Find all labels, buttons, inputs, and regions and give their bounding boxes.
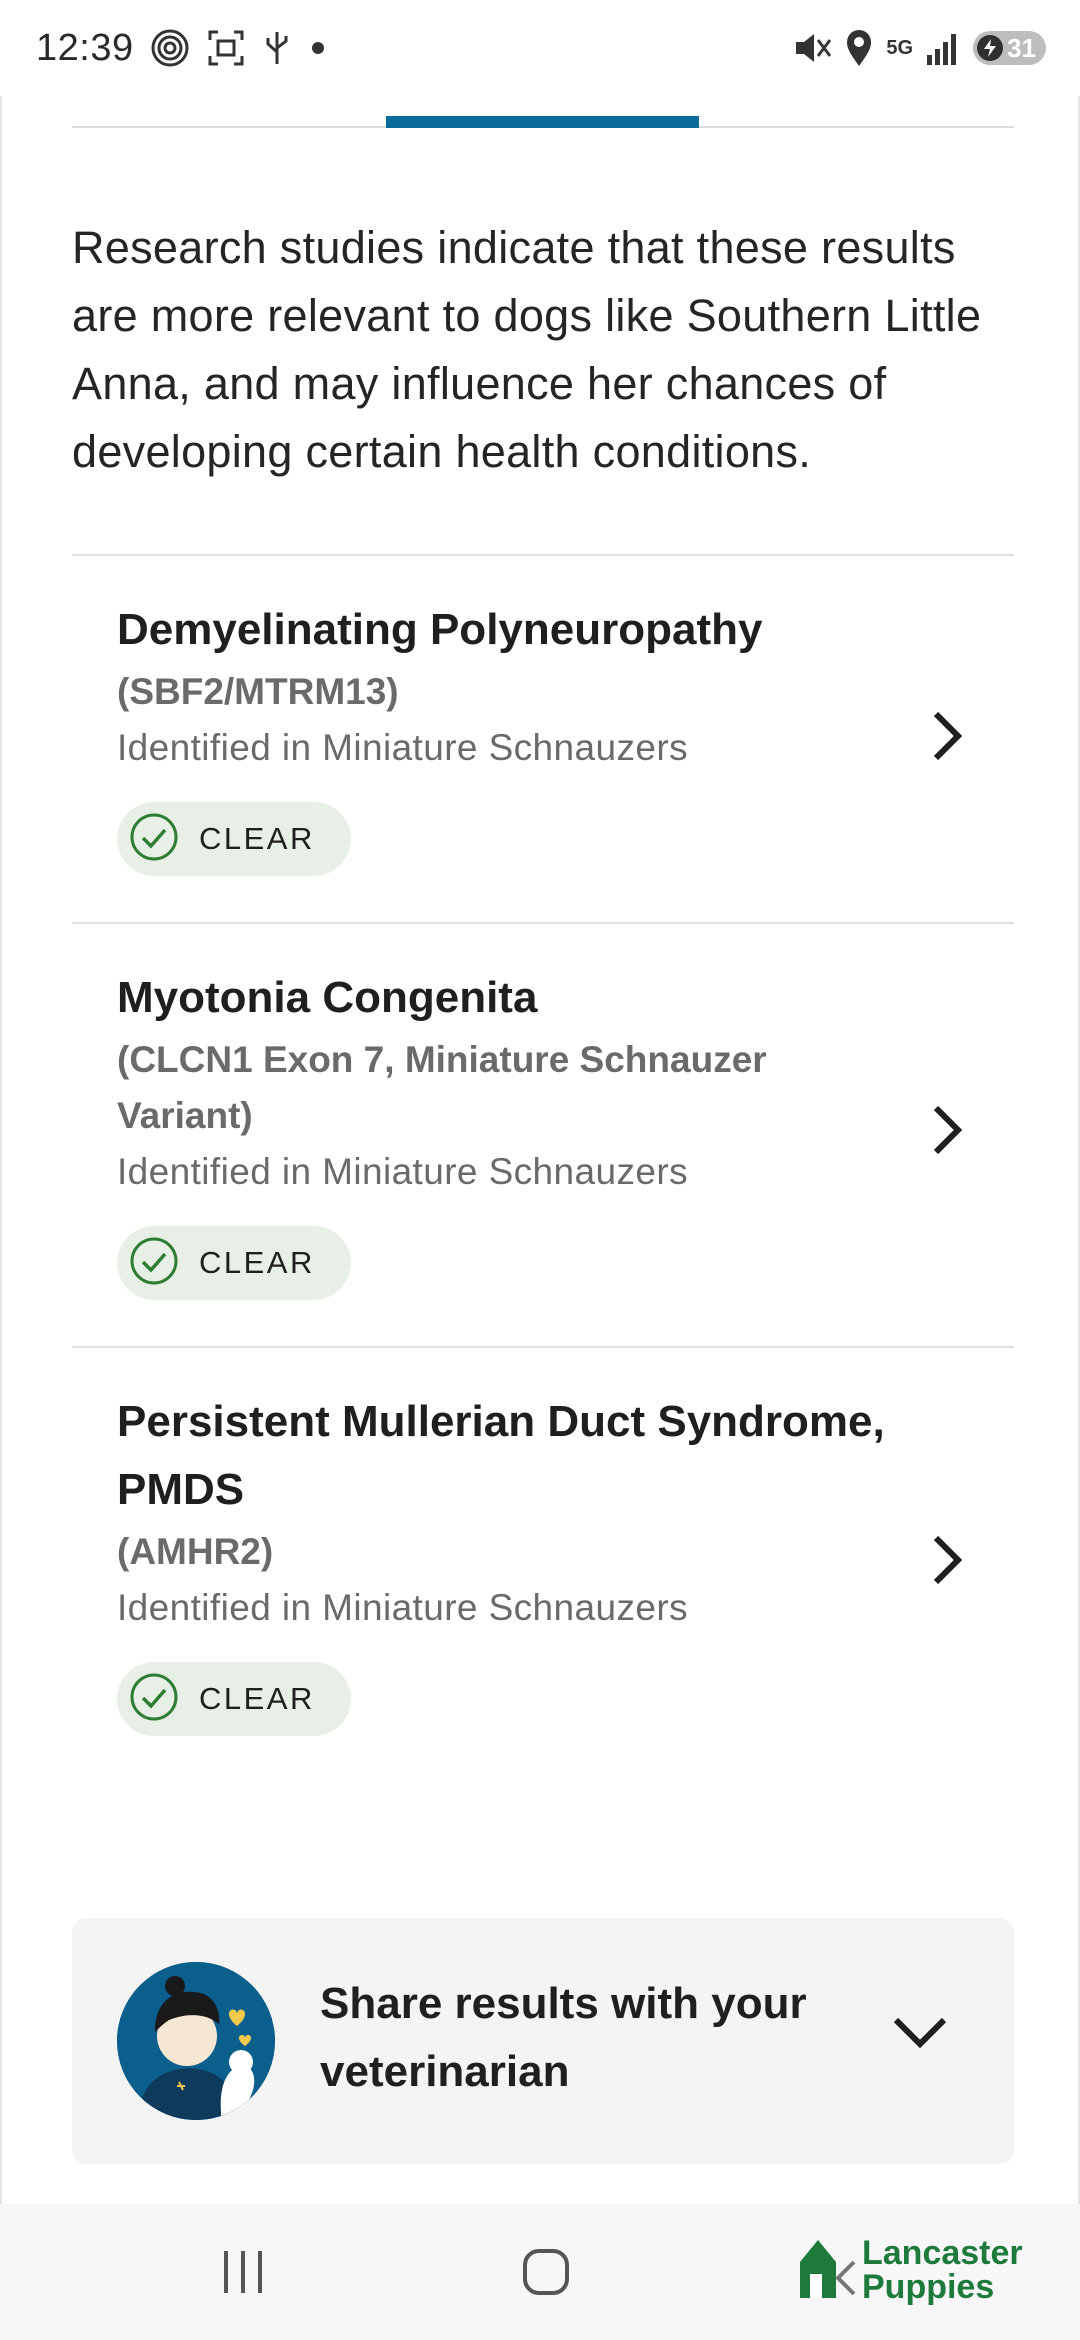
status-right: 5G 31 xyxy=(792,28,1046,68)
divider xyxy=(72,554,1014,556)
status-badge: CLEAR xyxy=(117,1662,351,1736)
charging-icon xyxy=(977,35,1004,61)
chevron-right-icon[interactable] xyxy=(928,1534,964,1591)
status-badge: CLEAR xyxy=(117,1226,351,1300)
system-nav-bar: Lancaster Puppies xyxy=(0,2204,1080,2340)
condition-title: Persistent Mullerian Duct Syndrome, PMDS xyxy=(117,1397,885,1514)
dog-house-icon xyxy=(796,2232,856,2307)
status-label: CLEAR xyxy=(199,1681,315,1716)
battery-icon: 31 xyxy=(973,31,1046,65)
status-label: CLEAR xyxy=(199,1245,315,1280)
location-icon xyxy=(844,28,874,68)
veterinarian-illustration xyxy=(117,1962,275,2120)
status-time: 12:39 xyxy=(36,26,134,69)
condition-title: Demyelinating Polyneuropathy xyxy=(117,605,763,654)
usb-icon xyxy=(262,28,292,68)
dot-icon xyxy=(308,38,328,58)
status-badge: CLEAR xyxy=(117,802,351,876)
condition-title: Myotonia Congenita xyxy=(117,973,538,1022)
battery-level: 31 xyxy=(1007,32,1036,63)
intro-text: Research studies indicate that these res… xyxy=(72,222,982,477)
signal-icon xyxy=(925,31,961,65)
screen-record-icon xyxy=(206,28,246,68)
logo-line-2: Puppies xyxy=(862,2267,995,2306)
home-button[interactable] xyxy=(516,2242,576,2302)
status-bar: 12:39 5G 31 xyxy=(0,0,1080,96)
chevron-right-icon[interactable] xyxy=(928,1104,964,1161)
chevron-right-icon[interactable] xyxy=(928,710,964,767)
share-results-label: Share results with your veterinarian xyxy=(320,1979,807,2096)
share-with-vet-card[interactable]: Share results with your veterinarian xyxy=(72,1918,1014,2164)
results-content[interactable]: Research studies indicate that these res… xyxy=(0,96,1080,2204)
check-circle-icon xyxy=(129,1672,179,1727)
condition-row[interactable]: Demyelinating Polyneuropathy (SBF2/MTRM1… xyxy=(72,596,1014,876)
check-circle-icon xyxy=(129,1236,179,1291)
divider xyxy=(72,922,1014,924)
logo-line-1: Lancaster xyxy=(862,2233,1023,2272)
recent-apps-button[interactable] xyxy=(212,2242,274,2302)
condition-breed: Identified in Miniature Schnauzers xyxy=(117,1151,688,1192)
logo-text: Lancaster Puppies xyxy=(862,2236,1023,2304)
condition-row[interactable]: Persistent Mullerian Duct Syndrome, PMDS… xyxy=(72,1388,1014,1736)
status-label: CLEAR xyxy=(199,821,315,856)
active-tab-indicator xyxy=(386,116,699,128)
mute-icon xyxy=(792,28,832,68)
divider xyxy=(72,1346,1014,1348)
lancaster-puppies-logo: Lancaster Puppies xyxy=(796,2232,1023,2307)
check-circle-icon xyxy=(129,812,179,867)
condition-gene: (CLCN1 Exon 7, Miniature Schnauzer Varia… xyxy=(117,1039,767,1136)
network-label: 5G xyxy=(886,36,914,59)
condition-breed: Identified in Miniature Schnauzers xyxy=(117,1587,688,1628)
condition-breed: Identified in Miniature Schnauzers xyxy=(117,727,688,768)
condition-row[interactable]: Myotonia Congenita (CLCN1 Exon 7, Miniat… xyxy=(72,964,1014,1300)
status-left: 12:39 xyxy=(36,27,328,70)
condition-gene: (SBF2/MTRM13) xyxy=(117,671,399,712)
fingerprint-icon xyxy=(150,28,190,68)
condition-gene: (AMHR2) xyxy=(117,1531,274,1572)
chevron-down-icon[interactable] xyxy=(892,2014,948,2055)
